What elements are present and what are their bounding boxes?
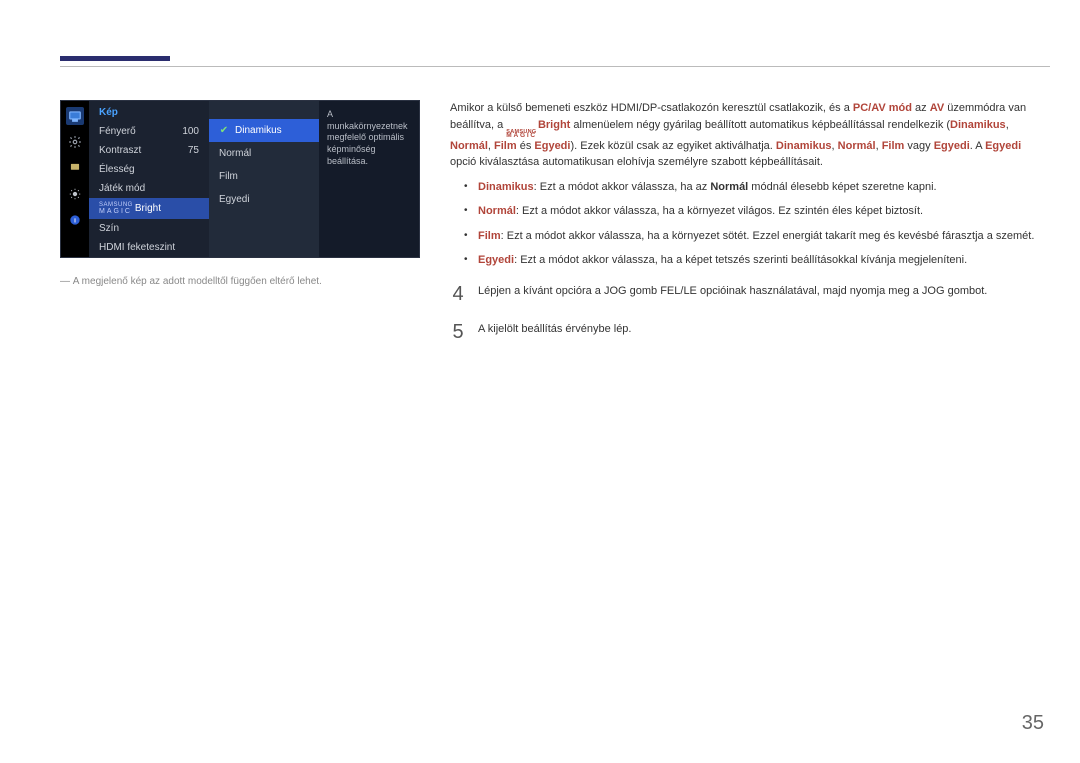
right-column: Amikor a külső bemeneti eszköz HDMI/DP-c… [450, 100, 1042, 347]
osd-item-magicbright[interactable]: SAMSUNG MAGIC Bright [89, 198, 209, 219]
osd-item-color[interactable]: Szín [89, 219, 209, 238]
osd-item-label: Kontraszt [99, 145, 141, 156]
osd-submenu: ✔ Dinamikus Normál Film Egyedi [209, 101, 319, 257]
osd-sub-label: Egyedi [219, 194, 250, 205]
osd-sub-label: Film [219, 171, 238, 182]
header-rule [60, 56, 1050, 66]
osd-icon-rail: i [61, 101, 89, 257]
step-4: 4 Lépjen a kívánt opcióra a JOG gomb FEL… [450, 279, 1042, 309]
osd-sub-normal[interactable]: Normál [209, 142, 319, 165]
osd-sub-label: Normál [219, 148, 251, 159]
info-icon: i [66, 211, 84, 229]
svg-text:i: i [74, 217, 76, 224]
osd-item-label: Játék mód [99, 183, 145, 194]
osd-sub-dinamikus[interactable]: ✔ Dinamikus [209, 119, 319, 142]
step-5: 5 A kijelölt beállítás érvénybe lép. [450, 317, 1042, 347]
osd-sub-film[interactable]: Film [209, 165, 319, 188]
osd-item-value: 100 [182, 126, 199, 137]
step-text: A kijelölt beállítás érvénybe lép. [478, 317, 1042, 338]
step-number: 5 [450, 317, 466, 347]
bullet-list: Dinamikus: Ezt a módot akkor válassza, h… [464, 179, 1042, 269]
osd-description: A munkakörnyezetnek megfelelő optimális … [319, 101, 419, 257]
brand-magic-inline: SAMSUNGMAGIC [506, 131, 537, 138]
osd-item-brightness[interactable]: Fényerő 100 [89, 122, 209, 141]
brightness-icon [66, 185, 84, 203]
list-item: Dinamikus: Ezt a módot akkor válassza, h… [464, 179, 1042, 196]
osd-item-label: Szín [99, 223, 119, 234]
osd-panel: i Kép Fényerő 100 Kontraszt 75 Élesség J… [60, 100, 420, 258]
osd-item-hdmiblack[interactable]: HDMI feketeszint [89, 238, 209, 257]
list-item: Film: Ezt a módot akkor válassza, ha a k… [464, 228, 1042, 245]
picture-icon [66, 107, 84, 125]
osd-item-sharpness[interactable]: Élesség [89, 160, 209, 179]
osd-sub-label: Dinamikus [235, 125, 282, 136]
list-item: Egyedi: Ezt a módot akkor válassza, ha a… [464, 252, 1042, 269]
osd-item-label: Fényerő [99, 126, 136, 137]
osd-main: Kép Fényerő 100 Kontraszt 75 Élesség Ját… [89, 101, 419, 257]
osd-item-contrast[interactable]: Kontraszt 75 [89, 141, 209, 160]
osd-menu: Kép Fényerő 100 Kontraszt 75 Élesség Ját… [89, 101, 209, 257]
intro-paragraph: Amikor a külső bemeneti eszköz HDMI/DP-c… [450, 100, 1042, 171]
list-item: Normál: Ezt a módot akkor válassza, ha a… [464, 203, 1042, 220]
step-text: Lépjen a kívánt opcióra a JOG gomb FEL/L… [478, 279, 1042, 300]
step-number: 4 [450, 279, 466, 309]
osd-item-label: SAMSUNG MAGIC Bright [99, 202, 161, 215]
page-number: 35 [1022, 712, 1044, 735]
screen-icon [66, 159, 84, 177]
check-icon: ✔ [219, 126, 229, 136]
settings-icon [66, 133, 84, 151]
osd-item-value: 75 [188, 145, 199, 156]
osd-sub-egyedi[interactable]: Egyedi [209, 188, 319, 211]
osd-item-gamemode[interactable]: Játék mód [89, 179, 209, 198]
osd-menu-title: Kép [89, 101, 209, 122]
osd-item-label: Élesség [99, 164, 135, 175]
osd-item-label: HDMI feketeszint [99, 242, 175, 253]
